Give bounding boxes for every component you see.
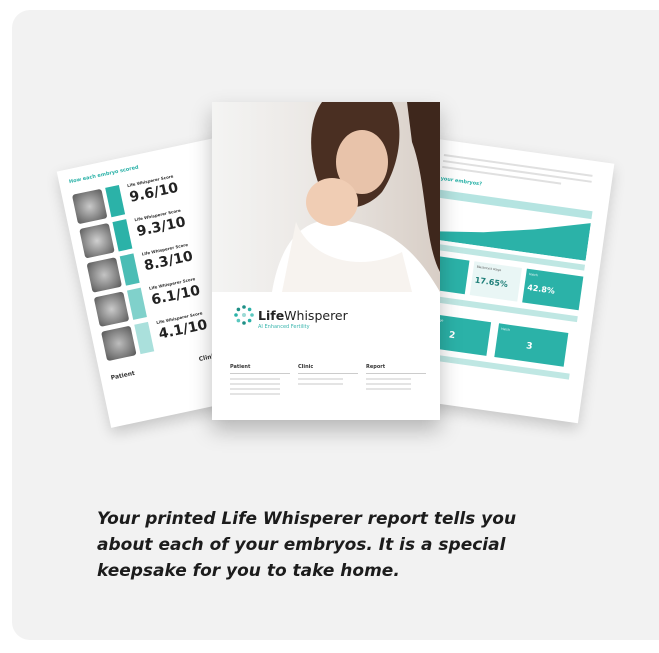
report-section-heading: Report <box>366 364 386 370</box>
clinic-section-heading: Clinic <box>298 364 314 370</box>
embryo-image <box>79 222 115 259</box>
embryo-image <box>101 325 137 362</box>
caption-text: Your printed Life Whisperer report tells… <box>97 509 517 581</box>
score-bar <box>134 321 155 355</box>
logo-icon <box>234 305 254 325</box>
score-bar <box>112 219 133 252</box>
brand-tagline: AI Enhanced Fertility <box>258 324 310 330</box>
details-heading: your embryos? <box>440 175 483 188</box>
report-cover: LifeWhisperer AI Enhanced Fertility Pati… <box>212 102 440 420</box>
stat-box: Hatch 42.8% <box>522 268 584 311</box>
score-bar <box>105 184 126 218</box>
stat-label: Hatch <box>528 272 539 278</box>
stat-value: 17.65% <box>474 275 509 290</box>
mother-and-baby-photo <box>212 102 440 292</box>
stat-label: Hatch <box>501 326 511 332</box>
score-bar <box>119 253 140 286</box>
brand-name-light: Whisperer <box>284 307 348 323</box>
embryo-image <box>93 291 130 327</box>
stat-value: 3 <box>525 341 533 353</box>
embryo-image <box>86 257 123 293</box>
patient-section-heading: Patient <box>230 364 251 370</box>
stat-value: 42.8% <box>526 282 556 296</box>
brand-logo: LifeWhisperer <box>234 305 348 325</box>
embryo-image <box>71 188 108 225</box>
feature-card: How each embryo scored Life Whisperer Sc… <box>12 10 659 640</box>
score-bar <box>127 287 147 320</box>
stat-label: Blastocyst stage <box>476 264 502 273</box>
patient-heading: Patient <box>110 369 136 382</box>
brand-name-bold: Life <box>258 307 285 323</box>
stat-value: 2 <box>448 330 456 342</box>
